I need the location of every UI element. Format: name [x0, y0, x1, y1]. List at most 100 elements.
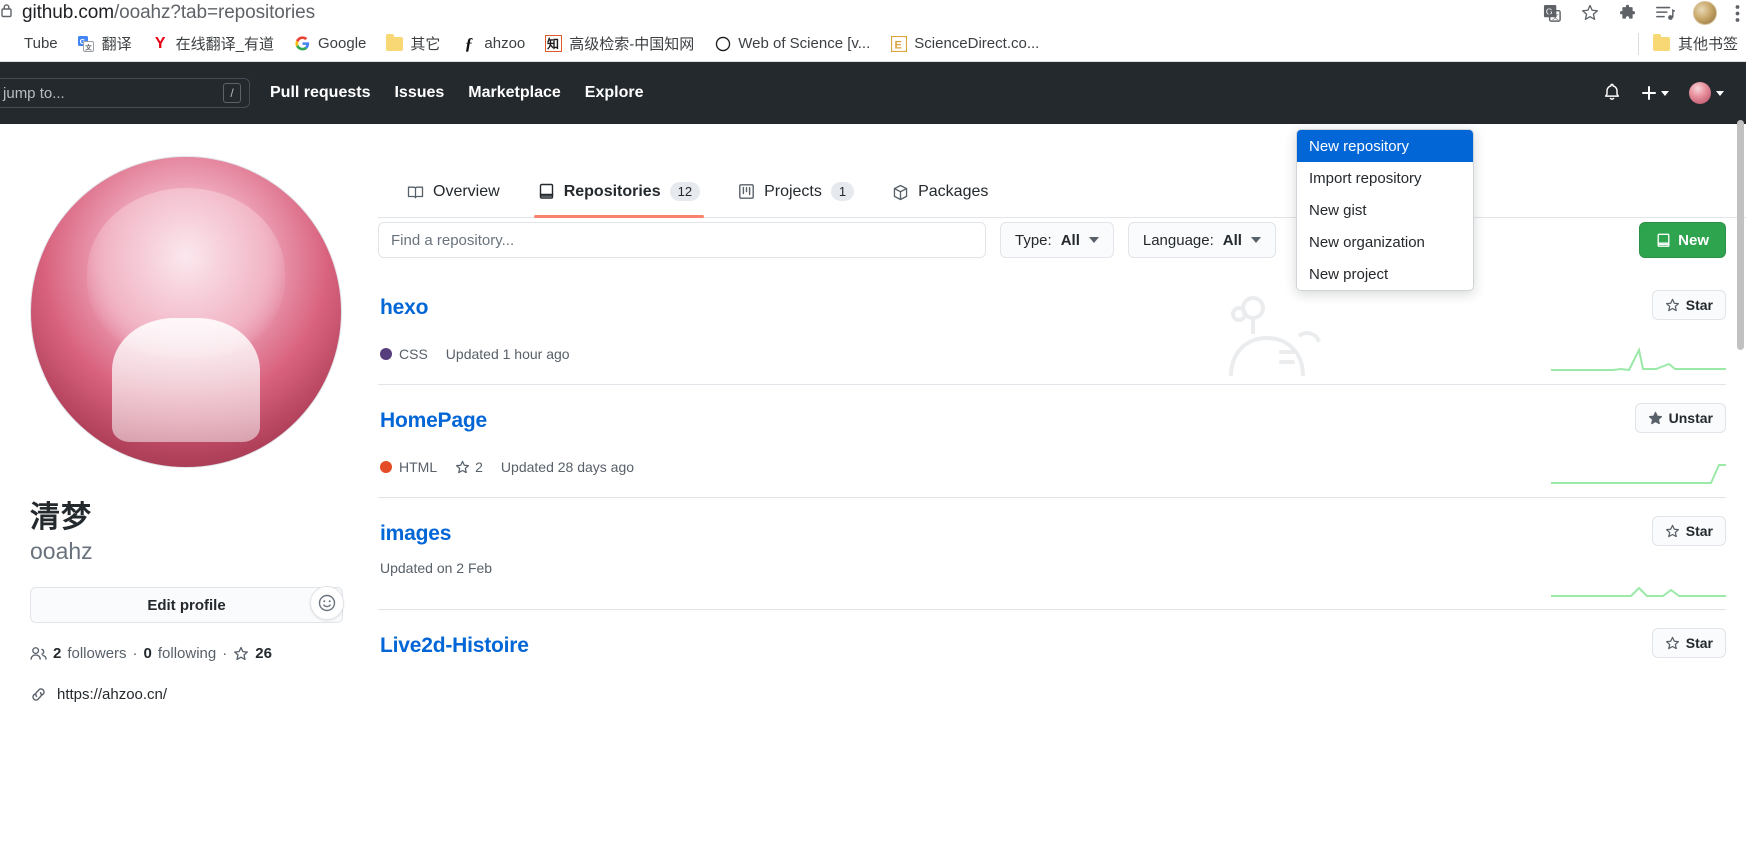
following-count[interactable]: 0 — [144, 645, 152, 662]
star-icon — [1665, 636, 1680, 651]
repo-name-link[interactable]: HomePage — [380, 409, 487, 432]
chevron-down-icon — [1716, 90, 1724, 96]
type-filter-button[interactable]: Type: All — [1000, 222, 1114, 258]
repo-icon — [538, 183, 555, 200]
url-domain: github.com — [22, 2, 114, 23]
table-row: images Updated on 2 Feb Star — [378, 497, 1726, 609]
chrome-profile-avatar[interactable] — [1693, 1, 1717, 25]
bell-icon[interactable] — [1603, 83, 1621, 103]
bookmark-item[interactable]: ƒ ahzoo — [450, 30, 535, 58]
other-bookmarks-button[interactable]: 其他书签 — [1637, 32, 1738, 55]
media-playlist-icon[interactable] — [1655, 4, 1675, 22]
profile-menu-button[interactable] — [1689, 82, 1724, 104]
bookmark-item[interactable]: G文 翻译 — [68, 30, 142, 58]
address-bar[interactable]: github.com/ooahz?tab=repositories — [0, 0, 1316, 26]
extensions-puzzle-icon[interactable] — [1618, 4, 1637, 23]
nav-pull-requests[interactable]: Pull requests — [270, 84, 370, 102]
website-url[interactable]: https://ahzoo.cn/ — [57, 686, 167, 703]
new-repository-button[interactable]: New — [1639, 222, 1726, 258]
bookmark-label: ScienceDirect.co... — [914, 35, 1040, 52]
find-repository-input[interactable]: Find a repository... — [378, 222, 986, 258]
tab-packages[interactable]: Packages — [888, 183, 992, 209]
bookmark-item[interactable]: 其它 — [376, 30, 450, 58]
edit-profile-button[interactable]: Edit profile — [30, 587, 343, 623]
menu-item-import-repository[interactable]: Import repository — [1297, 162, 1473, 194]
star-count-value: 2 — [475, 459, 483, 475]
tab-repositories[interactable]: Repositories 12 — [533, 182, 705, 218]
bookmark-item[interactable]: Google — [284, 30, 376, 58]
repo-star-count[interactable]: 2 — [455, 459, 483, 475]
bookmark-label: 翻译 — [101, 36, 132, 53]
folder-icon — [386, 33, 404, 51]
bookmark-item[interactable]: 知 高级检索-中国知网 — [535, 30, 704, 58]
nav-marketplace[interactable]: Marketplace — [468, 84, 561, 102]
profile-avatar[interactable] — [30, 156, 342, 468]
following-label[interactable]: following — [158, 645, 216, 662]
project-board-icon — [738, 183, 755, 200]
tab-overview[interactable]: Overview — [403, 183, 504, 209]
sciencedirect-icon: E — [890, 35, 907, 52]
translate-icon[interactable]: G文 — [1543, 4, 1562, 23]
star-button[interactable]: Star — [1651, 290, 1726, 320]
scrollbar-thumb[interactable] — [1737, 120, 1744, 350]
repo-icon — [1656, 233, 1671, 248]
bookmark-item[interactable]: E ScienceDirect.co... — [880, 30, 1049, 58]
bookmark-item[interactable]: Y 在线翻译_有道 — [142, 30, 284, 58]
language-color-dot — [380, 461, 392, 473]
bookmark-item[interactable]: Web of Science [v... — [704, 30, 880, 58]
star-button[interactable]: Star — [1651, 628, 1726, 658]
repo-name-link[interactable]: images — [380, 522, 451, 545]
user-avatar — [1689, 82, 1711, 104]
repo-info: Live2d-Histoire — [378, 634, 1726, 658]
chevron-down-icon — [1250, 237, 1261, 243]
menu-item-new-project[interactable]: New project — [1297, 258, 1473, 290]
youtube-icon — [0, 35, 17, 52]
star-filled-icon — [1648, 411, 1663, 426]
tab-projects[interactable]: Projects 1 — [734, 182, 858, 209]
language-filter-button[interactable]: Language: All — [1127, 222, 1276, 258]
followers-count[interactable]: 2 — [53, 645, 61, 662]
set-status-emoji-icon[interactable] — [310, 586, 344, 620]
profile-login: ooahz — [30, 538, 93, 564]
repo-filters: Find a repository... Type: All Language:… — [378, 222, 1726, 258]
tab-counter: 1 — [830, 182, 855, 201]
menu-item-new-gist[interactable]: New gist — [1297, 194, 1473, 226]
url-path: /ooahz?tab=repositories — [113, 2, 315, 23]
star-button-label: Star — [1685, 635, 1713, 651]
chevron-down-icon — [1661, 90, 1669, 96]
search-input[interactable]: h or jump to... / — [0, 78, 250, 108]
repo-updated: Updated 28 days ago — [500, 459, 635, 475]
bookmark-label: ahzoo — [484, 35, 526, 52]
repo-language: CSS — [380, 346, 428, 362]
nav-issues[interactable]: Issues — [394, 84, 444, 102]
package-icon — [892, 184, 909, 201]
create-new-menu[interactable]: New repository Import repository New gis… — [1296, 129, 1474, 291]
commit-activity-sparkline — [1551, 464, 1726, 484]
bookmark-label: 在线翻译_有道 — [175, 36, 274, 53]
bookmark-label: Google — [318, 35, 367, 52]
nav-explore[interactable]: Explore — [585, 84, 644, 102]
stars-count[interactable]: 26 — [255, 645, 272, 662]
menu-item-new-repository[interactable]: New repository — [1297, 130, 1473, 162]
type-filter-value: All — [1060, 231, 1080, 249]
repo-actions: Star — [1536, 290, 1726, 374]
star-icon — [1665, 524, 1680, 539]
profile-page: 清梦 ooahz Edit profile 2 followers · 0 fo… — [0, 124, 1746, 854]
repo-metadata: CSS Updated 1 hour ago — [380, 346, 1726, 362]
github-header: h or jump to... / Pull requests Issues M… — [0, 62, 1746, 124]
repo-name-link[interactable]: Live2d-Histoire — [380, 634, 529, 657]
bookmarks-bar: Tube G文 翻译 Y 在线翻译_有道 Google 其它 ƒ ahzoo 知… — [0, 26, 1746, 62]
type-filter-label: Type: — [1015, 231, 1052, 249]
menu-item-new-organization[interactable]: New organization — [1297, 226, 1473, 258]
page-scrollbar[interactable] — [1735, 0, 1746, 854]
star-button[interactable]: Star — [1651, 516, 1726, 546]
create-new-button[interactable] — [1641, 85, 1669, 101]
ahzoo-icon: ƒ — [464, 33, 474, 53]
find-placeholder: Find a repository... — [391, 231, 515, 249]
bookmark-item[interactable]: Tube — [0, 30, 68, 58]
followers-label[interactable]: followers — [67, 645, 126, 662]
bookmark-star-icon[interactable] — [1580, 3, 1600, 23]
unstar-button[interactable]: Unstar — [1634, 403, 1726, 433]
repo-name-link[interactable]: hexo — [380, 296, 428, 319]
profile-website[interactable]: https://ahzoo.cn/ — [30, 686, 345, 703]
